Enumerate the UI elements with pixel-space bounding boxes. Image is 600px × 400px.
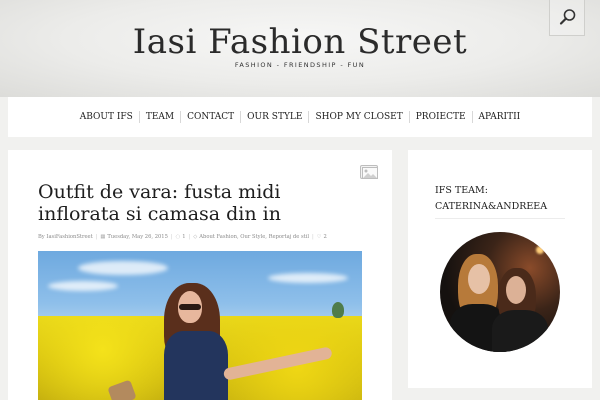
nav-item-shop-my-closet[interactable]: SHOP MY CLOSET bbox=[308, 111, 408, 123]
meta-divider: | bbox=[170, 234, 173, 240]
post-date[interactable]: Tuesday, May 26, 2015 bbox=[107, 234, 168, 240]
post-featured-image[interactable] bbox=[38, 251, 362, 400]
image-format-icon bbox=[360, 165, 378, 179]
search-icon bbox=[559, 9, 576, 25]
widget-divider bbox=[435, 218, 565, 219]
comment-icon: ◌ bbox=[175, 234, 181, 240]
folder-icon: ◇ bbox=[193, 234, 198, 240]
widget-title: IFS TEAM: CATERINA&ANDREEA bbox=[435, 185, 548, 212]
calendar-icon: ▦ bbox=[100, 234, 106, 240]
post-likes-count[interactable]: 2 bbox=[323, 234, 326, 240]
search-button[interactable] bbox=[549, 0, 585, 36]
site-tagline: FASHION - FRIENDSHIP - FUN bbox=[234, 61, 366, 69]
sidebar-widget: IFS TEAM: CATERINA&ANDREEA bbox=[408, 150, 592, 388]
site-header: Iasi Fashion Street FASHION - FRIENDSHIP… bbox=[0, 0, 600, 97]
meta-divider: | bbox=[95, 234, 98, 240]
post-author[interactable]: By IasiFashionStreet bbox=[38, 234, 93, 240]
post-meta: By IasiFashionStreet | ▦ Tuesday, May 26… bbox=[38, 234, 378, 240]
post-categories[interactable]: About Fashion, Our Style, Reportaj de st… bbox=[199, 234, 309, 240]
site-title[interactable]: Iasi Fashion Street bbox=[0, 22, 600, 62]
post-title[interactable]: Outfit de vara: fusta midi inflorata si … bbox=[38, 181, 358, 225]
nav-item-team[interactable]: TEAM bbox=[138, 111, 180, 123]
post-comments-count[interactable]: 1 bbox=[182, 234, 185, 240]
nav-item-our-style[interactable]: OUR STYLE bbox=[240, 111, 308, 123]
nav-item-contact[interactable]: CONTACT bbox=[180, 111, 240, 123]
nav-item-proiecte[interactable]: PROIECTE bbox=[408, 111, 472, 123]
main-navigation: ABOUT IFS TEAM CONTACT OUR STYLE SHOP MY… bbox=[8, 97, 592, 137]
nav-item-aparitii[interactable]: APARITII bbox=[471, 111, 527, 123]
meta-divider: | bbox=[312, 234, 314, 240]
meta-divider: | bbox=[188, 234, 191, 240]
blog-post: Outfit de vara: fusta midi inflorata si … bbox=[8, 150, 392, 400]
team-photo[interactable] bbox=[440, 232, 560, 352]
heart-icon: ♡ bbox=[316, 234, 322, 240]
nav-item-about-ifs[interactable]: ABOUT IFS bbox=[74, 111, 139, 123]
